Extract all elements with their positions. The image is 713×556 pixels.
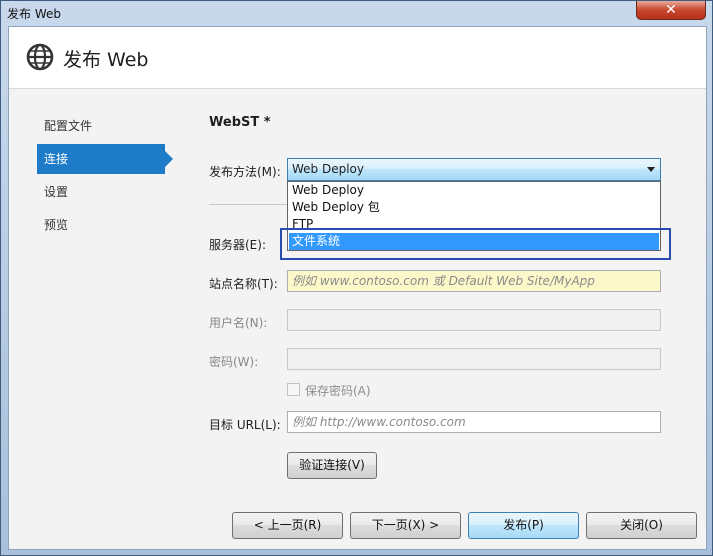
- publish-method-label: 发布方法(M):: [209, 165, 281, 179]
- chevron-down-icon: [647, 167, 655, 172]
- close-button[interactable]: 关闭(O): [586, 512, 697, 539]
- site-name-input[interactable]: 例如 www.contoso.com 或 Default Web Site/My…: [287, 270, 661, 292]
- publish-web-window: 发布 Web ✕ 发布 Web 配置文件 连接 设置 预览 WebST * 发布…: [0, 0, 713, 556]
- publish-button[interactable]: 发布(P): [468, 512, 579, 539]
- site-name-label: 站点名称(T):: [209, 277, 278, 291]
- server-label: 服务器(E):: [209, 238, 266, 252]
- dialog-client-area: 发布 Web 配置文件 连接 设置 预览 WebST * 发布方法(M): We…: [8, 26, 707, 550]
- publish-method-select[interactable]: Web Deploy: [287, 158, 661, 181]
- previous-button[interactable]: < 上一页(R): [232, 512, 343, 539]
- header-title: 发布 Web: [63, 49, 149, 71]
- username-label: 用户名(N):: [209, 316, 268, 330]
- password-label: 密码(W):: [209, 355, 259, 369]
- password-input[interactable]: [287, 348, 661, 370]
- verify-connection-button[interactable]: 验证连接(V): [287, 452, 377, 479]
- highlight-frame: [280, 228, 671, 260]
- window-title: 发布 Web: [7, 7, 61, 21]
- dropdown-option-web-deploy-package[interactable]: Web Deploy 包: [289, 199, 659, 216]
- wizard-nav: 配置文件 连接 设置 预览: [9, 90, 189, 490]
- nav-item-profile[interactable]: 配置文件: [37, 111, 167, 141]
- save-password-label: 保存密码(A): [305, 384, 371, 398]
- nav-item-connection[interactable]: 连接: [37, 144, 173, 174]
- section-divider: [209, 204, 289, 205]
- dialog-header: 发布 Web: [9, 27, 706, 89]
- save-password-checkbox[interactable]: [287, 383, 300, 396]
- window-close-button[interactable]: ✕: [636, 1, 706, 20]
- target-url-label: 目标 URL(L):: [209, 418, 281, 432]
- profile-name: WebST *: [209, 115, 271, 130]
- globe-icon: [26, 43, 54, 71]
- nav-item-preview[interactable]: 预览: [37, 210, 167, 240]
- nav-item-settings[interactable]: 设置: [37, 177, 167, 207]
- dropdown-option-web-deploy[interactable]: Web Deploy: [289, 182, 659, 199]
- title-bar: 发布 Web ✕: [1, 1, 712, 25]
- username-input[interactable]: [287, 309, 661, 331]
- next-button[interactable]: 下一页(X) >: [350, 512, 461, 539]
- publish-method-value: Web Deploy: [292, 162, 364, 176]
- target-url-input[interactable]: 例如 http://www.contoso.com: [287, 411, 661, 433]
